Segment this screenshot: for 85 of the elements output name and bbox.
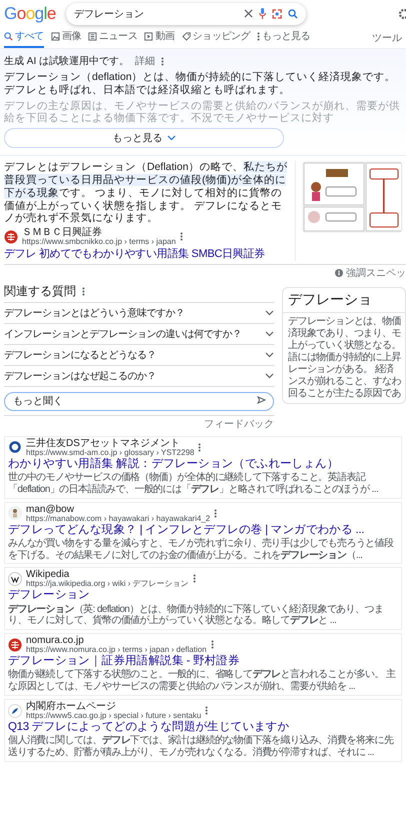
result-snippet: みんなが買い物をする量を減らすと、モノが売れずに余り、売り手は少しでも売ろうと値段を下げる。その結果モノに対してのお金の価値が上がる。これをデフレーション（...	[8, 538, 394, 562]
info-icon[interactable]	[335, 268, 343, 277]
result-title-link[interactable]: Q13 デフレによってどのような問題が生じていますか	[8, 721, 398, 734]
more-icon[interactable]	[210, 640, 214, 650]
search-tab[interactable]: ショッピング	[182, 27, 250, 48]
wikipedia-logo-icon	[8, 572, 22, 586]
close-icon[interactable]	[244, 9, 253, 18]
search-tab[interactable]: 動画	[144, 27, 175, 48]
result-url: https://ja.wikipedia.org › wiki › デフレーション	[26, 580, 189, 588]
panel-text-line: 済現象であり、つまり、モ	[288, 328, 400, 340]
result-url: https://www.smd-am.co.jp › glossary › YST2298	[26, 448, 194, 457]
ring-logo-icon	[8, 440, 22, 454]
grid-logo-icon	[8, 638, 22, 652]
more-icon[interactable]	[192, 574, 196, 584]
details-link[interactable]: 詳細	[135, 54, 156, 68]
result-snippet: デフレーション（英: deflation）とは、物価が持続的に下落していく経済現象であり、つまり、モノに対して、貨幣の価値が上がっていく状態となる。略してデフレと ...	[8, 604, 384, 628]
ask-field[interactable]: もっと聞く	[4, 392, 274, 411]
featured-snippet-label: 強調スニペッ	[346, 266, 406, 280]
ai-overview-paragraph: デフレーション（deflation）とは、物価が持続的に下落していく経済現象です。デフレとも呼ばれ、日本語では経済収縮とも呼ばれます。	[4, 71, 397, 97]
feedback-link[interactable]: フィードバック	[204, 416, 274, 431]
site-name: 三井住友DSアセットマネジメント	[26, 438, 181, 449]
panel-text-line: 語には物価が持続的に上昇	[288, 352, 400, 364]
leaf-logo-icon	[8, 704, 22, 718]
section-heading: 関連する質問	[4, 282, 76, 300]
grid-logo-icon	[4, 230, 18, 244]
result-url: https://www5.cao.go.jp › special › future › sentaku	[26, 712, 202, 720]
send-icon[interactable]	[257, 396, 266, 404]
search-tab[interactable]: ニュース	[88, 27, 138, 48]
panel-text-line: 回ることが主たる原因であ	[288, 388, 400, 400]
search-icon[interactable]	[288, 8, 298, 18]
result-url: https://manabow.com › hayawakari › hayawakari4_2	[26, 514, 210, 523]
microphone-icon[interactable]	[258, 8, 266, 19]
more-icon[interactable]	[214, 508, 218, 518]
result-title-link[interactable]: わかりやすい用語集 解説：デフレーション（でふれーしょん）	[8, 458, 398, 472]
tools-tab[interactable]: ツール	[372, 30, 402, 44]
snippet-paragraph: デフレとはデフレーション（Deflation）の略で、私たちが普段買っている日用品やサービスの値段(物価)が全体的に下がる現象です。 つまり、モノに対して相対的に貨幣の価値が上がっていく状態を指します。 デフレになるとモノが売れず不景気になります。	[4, 161, 288, 226]
result-title-link[interactable]: デフレーション｜証券用語解説集 - 野村證券	[8, 655, 398, 668]
search-tab[interactable]: もっと見る	[257, 27, 310, 48]
more-icon[interactable]	[180, 232, 183, 242]
question-row[interactable]: デフレーションとはどういう意味ですか？	[4, 302, 274, 324]
show-more-button[interactable]: もっと見る	[4, 128, 284, 148]
more-icon[interactable]	[82, 286, 85, 296]
more-icon	[257, 32, 260, 40]
search-icon	[4, 32, 13, 40]
play-icon	[144, 32, 154, 40]
settings-icon[interactable]	[398, 8, 406, 20]
camera-lens-icon[interactable]	[272, 8, 282, 18]
more-icon[interactable]	[205, 706, 208, 716]
panel-title: デフレーショ	[283, 288, 405, 313]
result-title-link[interactable]: デフレーション	[8, 589, 398, 603]
source-url: https://www.smbcnikko.co.jp › terms › japan	[22, 238, 176, 246]
panel-text-line: ンスが崩れること、すなわ	[288, 376, 400, 388]
result-snippet: 世の中のモノやサービスの価格（物価）が全体的に継続して下落すること。英語表記「deflation」の日本語読みで、一般的には「デフレ」と略されて呼ばれることのほうが ...	[8, 472, 380, 496]
chevron-down-icon	[265, 330, 274, 337]
source-name: ＳＭＢＣ日興証券	[22, 227, 102, 238]
more-icon[interactable]	[198, 442, 202, 452]
result-snippet: 個人消費に関しては、デフレ下では、家計は継続的な物価下落を織り込み、消費を将来に先送りするため、貯蓄が積み上がり、モノが売れなくなる。消費が停滞すれば、それに ...	[8, 735, 395, 759]
google-logo[interactable]: Google	[4, 4, 56, 24]
chevron-down-icon	[265, 352, 274, 358]
ai-notice: 生成 AI は試験運用中です。	[4, 54, 130, 68]
result-snippet: 物価が継続して下落する状態のこと。一般的に、省略してデフレと言われることが多い。 主な原因としては、モノやサービスの需要と供給のバランスが崩れ、需要が供給を ...	[8, 669, 397, 694]
result-title-link[interactable]: デフレ 初めてでもわかりやすい用語集 SMBC日興証券	[4, 248, 289, 261]
panel-text-line: 上がっていく状態となる。	[288, 340, 400, 352]
result-title-link[interactable]: デフレってどんな現象？ | インフレとデフレの巻 | マンガでわかる ...	[8, 524, 398, 537]
question-row[interactable]: デフレーションになるとどうなる？	[4, 344, 274, 366]
chevron-down-icon	[265, 310, 274, 316]
chevron-down-icon	[166, 135, 176, 142]
site-name: nomura.co.jp	[26, 635, 84, 646]
panel-text-line: デフレーションとは、物価	[288, 316, 400, 328]
panel-text-line: レーションがある。 経済	[288, 364, 395, 376]
question-row[interactable]: デフレーションはなぜ起こるのか？	[4, 366, 274, 387]
figure-logo-icon	[8, 506, 22, 520]
more-icon[interactable]	[161, 56, 164, 66]
ai-overview-paragraph: デフレの主な原因は、モノやサービスの需要と供給のバランスが崩れ、需要が供給を下回ることによる物価下落です。不況でモノやサービスに対す	[4, 100, 400, 126]
tag-icon	[182, 32, 191, 40]
result-url: https://www.nomura.co.jp › terms › japan › deflation	[26, 646, 207, 654]
chevron-down-icon	[265, 372, 274, 379]
image-icon	[50, 32, 60, 40]
site-name: man@bow	[26, 504, 75, 515]
search-field[interactable]: デフレーション	[66, 2, 306, 24]
search-tab[interactable]: 画像	[50, 27, 82, 48]
newspaper-icon	[88, 32, 98, 40]
question-row[interactable]: インフレーションとデフレーションの違いは何ですか？	[4, 324, 274, 345]
site-name: 内閣府ホームページ	[26, 701, 116, 712]
site-name: Wikipedia	[26, 569, 70, 580]
